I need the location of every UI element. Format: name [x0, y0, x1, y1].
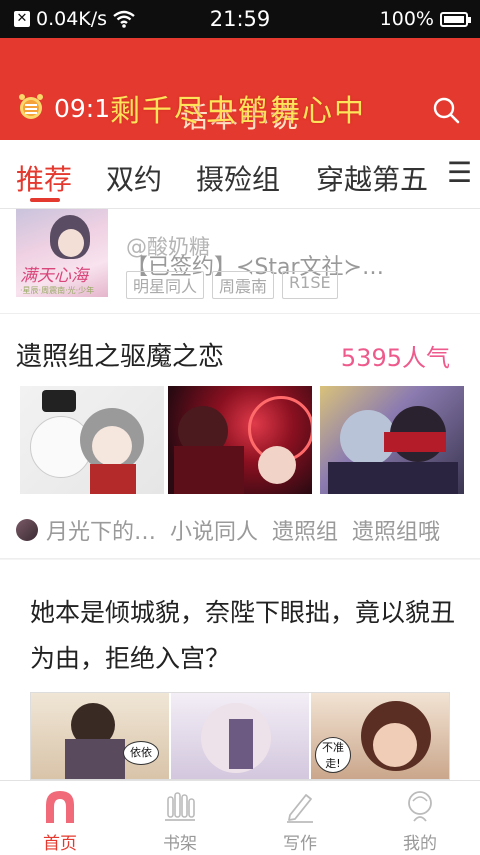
alarm-clock-icon[interactable]: [16, 92, 46, 122]
story-card[interactable]: 遗照组之驱魔之恋 5395人气 月光下的… 小说同人 遗照组 遗照组哦: [0, 314, 480, 559]
book-cover[interactable]: 满天心海 ·星辰·周震南·光·少年: [16, 209, 108, 297]
battery-percent: 100%: [379, 8, 434, 30]
cover-title: 满天心海: [20, 266, 88, 286]
story-excerpt[interactable]: 她本是倾城貌，奈陛下眼拙，竟以貌丑为由，拒绝入宫？: [30, 590, 460, 682]
tag[interactable]: 明星同人: [126, 271, 205, 299]
tab-recommend[interactable]: 推荐: [16, 158, 72, 198]
status-right: 100%: [379, 8, 471, 30]
cover-subtitle: ·星辰·周震南·光·少年: [20, 286, 95, 295]
status-bar: ✕ 0.04K/s 21:59 100%: [0, 0, 480, 38]
author-name[interactable]: 月光下的…: [46, 514, 156, 546]
tag-list: 明星同人 周震南 R1SE: [126, 271, 338, 299]
tag[interactable]: 小说同人: [170, 514, 258, 546]
pen-icon: [287, 794, 313, 823]
comic-panel: 依依: [31, 693, 171, 779]
nav-label: 书架: [163, 834, 197, 854]
profile-icon: [408, 791, 432, 822]
tag[interactable]: 遗照组: [272, 514, 338, 546]
popularity-count: 5395人气: [340, 344, 450, 372]
avatar[interactable]: [16, 519, 38, 541]
tab-double-contract[interactable]: 双约: [106, 158, 162, 198]
nav-label: 首页: [43, 834, 77, 854]
story-image[interactable]: [320, 386, 464, 494]
story-image[interactable]: [20, 386, 164, 494]
nav-label: 写作: [283, 834, 317, 854]
app-header: 09:1 话本小说 剩千尽虫鹤舞心中: [0, 38, 480, 140]
battery-icon: [440, 11, 471, 27]
tag[interactable]: 周震南: [212, 271, 275, 299]
tab-identity-v[interactable]: 穿越第五: [316, 158, 428, 198]
nav-profile[interactable]: 我的: [360, 781, 480, 855]
tag[interactable]: R1SE: [282, 271, 338, 299]
bookshelf-icon: [165, 792, 195, 821]
active-tab-indicator: [30, 198, 60, 202]
comic-preview[interactable]: 依依 不准走!: [30, 692, 450, 780]
story-card[interactable]: 她本是倾城貌，奈陛下眼拙，竟以貌丑为由，拒绝入宫？ 依依 不准走!: [0, 560, 480, 780]
danmaku-marquee: 剩千尽虫鹤舞心中: [110, 94, 366, 129]
header-timer: 09:1: [54, 94, 111, 123]
nav-label: 我的: [403, 834, 437, 854]
nav-home[interactable]: 首页: [0, 781, 120, 855]
speech-bubble: 依依: [123, 741, 159, 765]
category-tabs: 推荐 双约 摄殓组 穿越第五 ☰: [0, 140, 480, 209]
story-title[interactable]: 遗照组之驱魔之恋: [16, 336, 224, 373]
nav-bookshelf[interactable]: 书架: [120, 781, 240, 855]
search-icon[interactable]: [432, 96, 460, 124]
bottom-nav: 首页 书架 写作 我的: [0, 780, 480, 855]
tab-photography-group[interactable]: 摄殓组: [196, 158, 280, 198]
tag[interactable]: 遗照组哦: [352, 514, 440, 546]
story-image[interactable]: [168, 386, 312, 494]
comic-panel: [171, 693, 311, 779]
nav-write[interactable]: 写作: [240, 781, 360, 855]
tabs-menu-icon[interactable]: ☰: [447, 156, 472, 189]
comic-panel: 不准走!: [311, 693, 449, 779]
story-card[interactable]: 满天心海 ·星辰·周震南·光·少年 @酸奶糖 【已签约】≺Star文社≻… 明星…: [0, 209, 480, 314]
story-meta: 月光下的… 小说同人 遗照组 遗照组哦: [16, 514, 440, 546]
home-icon: [46, 791, 74, 823]
speech-bubble: 不准走!: [315, 737, 351, 773]
